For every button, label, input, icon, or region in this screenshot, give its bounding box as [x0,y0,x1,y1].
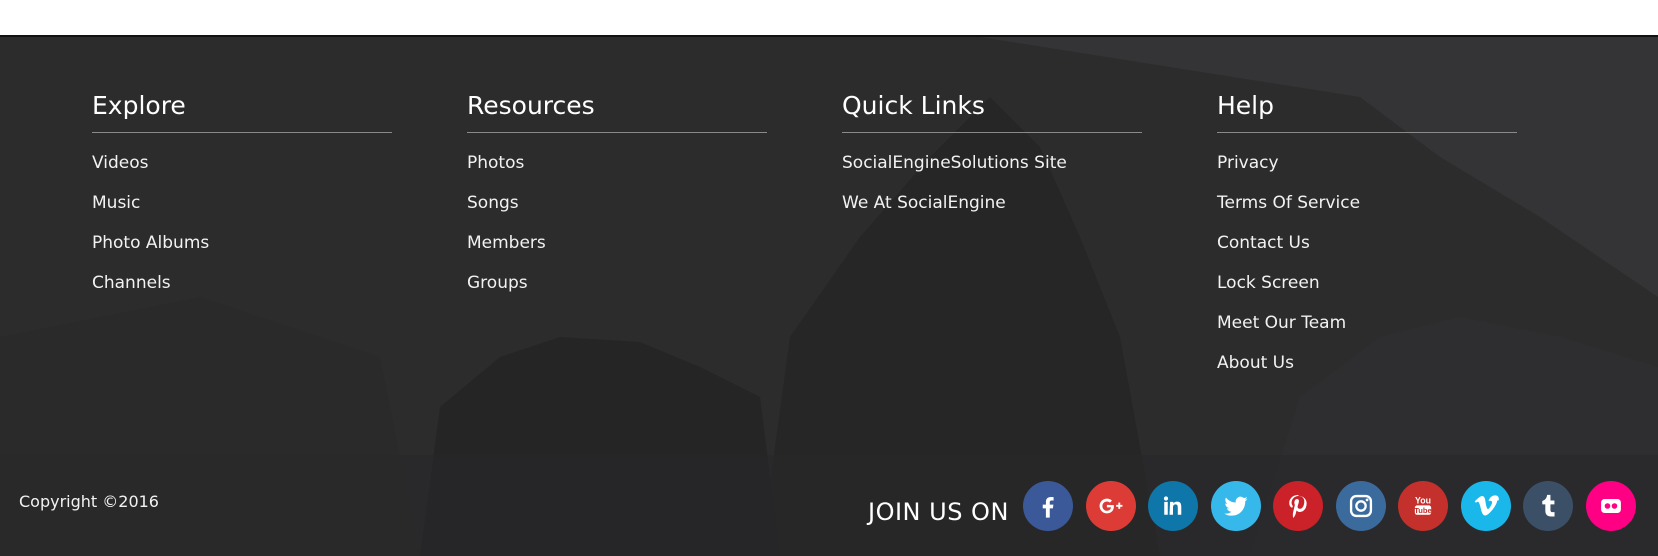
column-divider [92,132,392,133]
footer-link-songs[interactable]: Songs [467,193,767,213]
vimeo-icon [1474,495,1499,516]
youtube-button[interactable]: You Tube [1398,481,1448,531]
google-plus-icon [1099,498,1122,514]
linkedin-button[interactable] [1148,481,1198,531]
footer-link-about-us[interactable]: About Us [1217,353,1517,373]
flickr-icon [1600,499,1621,513]
vimeo-button[interactable] [1460,481,1511,531]
join-us-label: JOIN US ON [868,498,1009,526]
footer-column-resources: Resources Photos Songs Members Groups [467,91,767,293]
twitter-icon [1223,496,1248,516]
pinterest-button[interactable] [1273,481,1323,531]
footer-link-photo-albums[interactable]: Photo Albums [92,233,392,253]
footer-column-explore: Explore Videos Music Photo Albums Channe… [92,91,392,293]
footer-link-terms-of-service[interactable]: Terms Of Service [1217,193,1517,213]
instagram-button[interactable] [1335,481,1386,531]
footer-bottom-bar: Copyright ©2016 JOIN US ON You Tube [0,455,1658,556]
footer-link-channels[interactable]: Channels [92,273,392,293]
facebook-button[interactable] [1023,481,1073,531]
facebook-icon [1042,497,1054,518]
footer-link-videos[interactable]: Videos [92,153,392,173]
linkedin-icon [1163,496,1182,515]
column-divider [842,132,1142,133]
footer-link-contact-us[interactable]: Contact Us [1217,233,1517,253]
pinterest-icon [1289,494,1307,518]
google-plus-button[interactable] [1085,481,1136,531]
footer-link-socialenginesolutions-site[interactable]: SocialEngineSolutions Site [842,153,1142,173]
site-footer: Explore Videos Music Photo Albums Channe… [0,37,1658,556]
svg-text:Tube: Tube [1414,506,1432,515]
column-title: Quick Links [842,91,985,120]
instagram-icon [1349,494,1372,518]
column-title: Explore [92,91,186,120]
column-title: Help [1217,91,1274,120]
footer-link-photos[interactable]: Photos [467,153,767,173]
tumblr-button[interactable] [1523,481,1573,531]
footer-link-privacy[interactable]: Privacy [1217,153,1517,173]
svg-text:You: You [1415,496,1431,506]
column-divider [467,132,767,133]
column-title: Resources [467,91,595,120]
footer-column-help: Help Privacy Terms Of Service Contact Us… [1217,91,1517,373]
footer-column-quick-links: Quick Links SocialEngineSolutions Site W… [842,91,1142,213]
footer-link-members[interactable]: Members [467,233,767,253]
social-links: You Tube [1023,481,1648,531]
twitter-button[interactable] [1210,481,1261,531]
tumblr-icon [1542,494,1555,517]
youtube-icon: YouTube [1414,496,1432,515]
copyright-text: Copyright ©2016 [19,492,159,511]
footer-link-we-at-socialengine[interactable]: We At SocialEngine [842,193,1142,213]
column-divider [1217,132,1517,133]
footer-link-music[interactable]: Music [92,193,392,213]
footer-link-groups[interactable]: Groups [467,273,767,293]
flickr-button[interactable] [1585,481,1636,531]
footer-link-lock-screen[interactable]: Lock Screen [1217,273,1517,293]
footer-link-meet-our-team[interactable]: Meet Our Team [1217,313,1517,333]
top-strip [0,0,1658,37]
